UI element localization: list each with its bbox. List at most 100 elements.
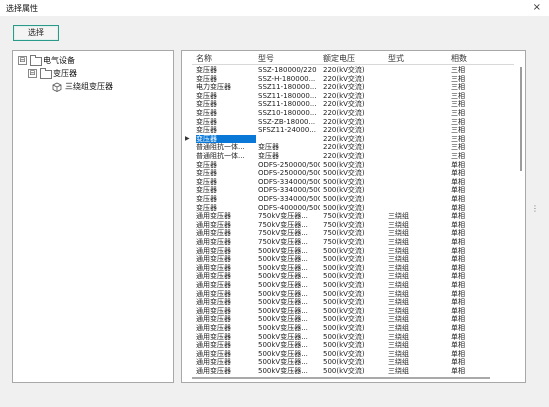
table-row[interactable]: 通用变压器 750kV变压器... 750(kV交流) 三绕组 单相 (192, 229, 514, 237)
table-row[interactable]: 通用变压器 750kV变压器... 750(kV交流) 三绕组 单相 (192, 221, 514, 229)
cell-rated-voltage: 750(kV交流) (323, 229, 365, 238)
cell-model: ODFS-334000/500 (258, 186, 320, 195)
table-row[interactable]: 通用变压器 750kV变压器... 750(kV交流) 三绕组 单相 (192, 212, 514, 220)
cell-type: 三绕组 (388, 238, 409, 246)
cell-type (388, 143, 448, 151)
table-row[interactable]: 变压器 SSZ10-180000... 220(kV交流) 三相 (192, 109, 514, 117)
table-row[interactable]: 通用变压器 500kV变压器... 500(kV交流) 三绕组 单相 (192, 298, 514, 306)
cell-type (388, 109, 448, 117)
cell-name: 普通阻抗一体... (196, 143, 245, 152)
table-row[interactable]: 通用变压器 500kV变压器... 500(kV交流) 三绕组 单相 (192, 307, 514, 315)
table-row[interactable]: 普通阻抗一体... 变压器 220(kV交流) 三相 (192, 152, 514, 160)
cell-model: SSZ-ZB-18000... (258, 117, 316, 126)
cell-model: ODFS-250000/500 (258, 169, 320, 178)
table-row[interactable]: 变压器 SSZ-ZB-18000... 220(kV交流) 三相 (192, 118, 514, 126)
table-row[interactable]: 通用变压器 500kV变压器... 500(kV交流) 三绕组 单相 (192, 247, 514, 255)
cell-type: 三绕组 (388, 212, 409, 221)
collapse-icon[interactable]: ⊟ (28, 69, 37, 78)
cell-type (388, 195, 448, 203)
column-header-name[interactable]: 名称 (196, 54, 212, 64)
cell-phases: 单相 (451, 263, 465, 272)
table-row[interactable]: 通用变压器 500kV变压器... 500(kV交流) 三绕组 单相 (192, 255, 514, 263)
table-row[interactable]: 通用变压器 500kV变压器... 500(kV交流) 三绕组 单相 (192, 333, 514, 341)
cell-name: 通用变压器 (196, 220, 231, 229)
cell-rated-voltage: 220(kV交流) (323, 117, 365, 126)
cell-name: 通用变压器 (196, 238, 231, 246)
table-row[interactable]: 通用变压器 500kV变压器... 500(kV交流) 三绕组 单相 (192, 315, 514, 323)
cell-model: 500kV变压器... (258, 341, 308, 350)
cell-phases: 三相 (451, 91, 465, 100)
table-row[interactable]: 变压器 ODFS-334000/500 500(kV交流) 单相 (192, 195, 514, 203)
table-row[interactable]: 变压器 ODFS-400000/500 500(kV交流) 单相 (192, 204, 514, 212)
cell-model: 500kV变压器... (258, 306, 308, 315)
table-row[interactable]: 通用变压器 500kV变压器... 500(kV交流) 三绕组 单相 (192, 324, 514, 332)
table-row[interactable]: 通用变压器 500kV变压器... 500(kV交流) 三绕组 单相 (192, 264, 514, 272)
table-row[interactable]: 变压器 ODFS-250000/500 500(kV交流) 单相 (192, 169, 514, 177)
cell-phases: 三相 (451, 66, 465, 74)
splitter-grip-icon[interactable]: ⋮ (531, 204, 539, 213)
cell-rated-voltage: 220(kV交流) (323, 91, 365, 100)
table-row[interactable]: 通用变压器 500kV变压器... 500(kV交流) 三绕组 单相 (192, 367, 514, 375)
cell-name: 变压器 (196, 195, 217, 203)
tree-node-three-winding-transformer[interactable]: 三绕组变压器 (13, 81, 171, 92)
table-row[interactable]: 变压器 SSZ11-180000... 220(kV交流) 三相 (192, 92, 514, 100)
table-row-selected[interactable]: 变压器 220(kV交流) 三相 (192, 134, 514, 143)
cell-rated-voltage: 220(kV交流) (323, 100, 365, 109)
table-row[interactable]: 变压器 SFSZ11-24000... 220(kV交流) 三相 (192, 126, 514, 134)
cell-model: 500kV变压器... (258, 358, 308, 367)
cell-rated-voltage: 500(kV交流) (323, 177, 365, 186)
table-row[interactable]: 变压器 ODFS-334000/500 500(kV交流) 单相 (192, 186, 514, 194)
cell-name: 变压器 (196, 169, 217, 178)
cell-rated-voltage: 500(kV交流) (323, 341, 365, 350)
select-button[interactable]: 选择 (13, 25, 59, 41)
table-row[interactable]: 通用变压器 500kV变压器... 500(kV交流) 三绕组 单相 (192, 350, 514, 358)
column-header-model[interactable]: 型号 (258, 54, 274, 64)
table-row[interactable]: 通用变压器 750kV变压器... 750(kV交流) 三绕组 单相 (192, 238, 514, 246)
cell-name: 变压器 (196, 109, 217, 117)
table-row[interactable]: 变压器 ODFS-334000/500 500(kV交流) 单相 (192, 178, 514, 186)
collapse-icon[interactable]: ⊟ (18, 56, 27, 65)
cell-type (388, 66, 448, 74)
cell-rated-voltage: 500(kV交流) (323, 315, 365, 324)
tree-node-electrical-equipment[interactable]: ⊟ 电气设备 (13, 55, 171, 66)
table-row[interactable]: 通用变压器 500kV变压器... 500(kV交流) 三绕组 单相 (192, 281, 514, 289)
cell-name: 通用变压器 (196, 246, 231, 255)
cell-rated-voltage: 500(kV交流) (323, 186, 365, 195)
table-row[interactable]: 通用变压器 500kV变压器... 500(kV交流) 三绕组 单相 (192, 272, 514, 280)
column-header-phases[interactable]: 相数 (451, 54, 467, 64)
cell-type: 三绕组 (388, 367, 409, 375)
table-row[interactable]: 通用变压器 500kV变压器... 500(kV交流) 三绕组 单相 (192, 341, 514, 349)
cell-phases: 三相 (451, 83, 465, 92)
column-header-type[interactable]: 型式 (388, 54, 404, 64)
cell-phases: 单相 (451, 246, 465, 255)
table-row[interactable]: 变压器 SSZ-180000/220 220(kV交流) 三相 (192, 66, 514, 74)
cell-rated-voltage: 220(kV交流) (323, 109, 365, 117)
cell-phases: 三相 (451, 109, 465, 117)
vertical-scrollbar[interactable] (518, 65, 523, 373)
table-row[interactable]: 变压器 SSZ-H-180000... 220(kV交流) 三相 (192, 75, 514, 83)
table-row[interactable]: 变压器 ODFS-250000/500 500(kV交流) 单相 (192, 161, 514, 169)
cell-type: 三绕组 (388, 315, 409, 324)
table-row[interactable]: 通用变压器 500kV变压器... 500(kV交流) 三绕组 单相 (192, 358, 514, 366)
cell-rated-voltage: 220(kV交流) (323, 74, 365, 83)
cell-model: ODFS-334000/500 (258, 177, 320, 186)
column-header-rated-voltage[interactable]: 额定电压 (323, 54, 355, 64)
vertical-scroll-thumb[interactable] (520, 67, 522, 171)
table-row[interactable]: 通用变压器 500kV变压器... 500(kV交流) 三绕组 单相 (192, 290, 514, 298)
horizontal-scrollbar[interactable] (192, 376, 514, 380)
cell-phases: 单相 (451, 195, 465, 203)
table-row[interactable]: 电力变压器 SSZ11-180000... 220(kV交流) 三相 (192, 83, 514, 91)
table-row[interactable]: 普通阻抗一体... 变压器 220(kV交流) 三相 (192, 143, 514, 151)
cell-name: 变压器 (196, 203, 217, 212)
cell-phases: 单相 (451, 255, 465, 264)
tree-node-transformer[interactable]: ⊟ 变压器 (13, 68, 171, 79)
title-bar: 选择属性 × (0, 0, 549, 16)
cell-model: 500kV变压器... (258, 367, 308, 375)
cell-model: SSZ-180000/220 (258, 66, 317, 74)
close-icon[interactable]: × (533, 1, 541, 15)
cell-name: 变压器 (196, 126, 217, 135)
cell-model: 500kV变压器... (258, 281, 308, 289)
cell-name: 变压器 (196, 134, 256, 143)
horizontal-scroll-thumb[interactable] (192, 377, 490, 379)
table-row[interactable]: 变压器 SSZ11-180000... 220(kV交流) 三相 (192, 100, 514, 108)
